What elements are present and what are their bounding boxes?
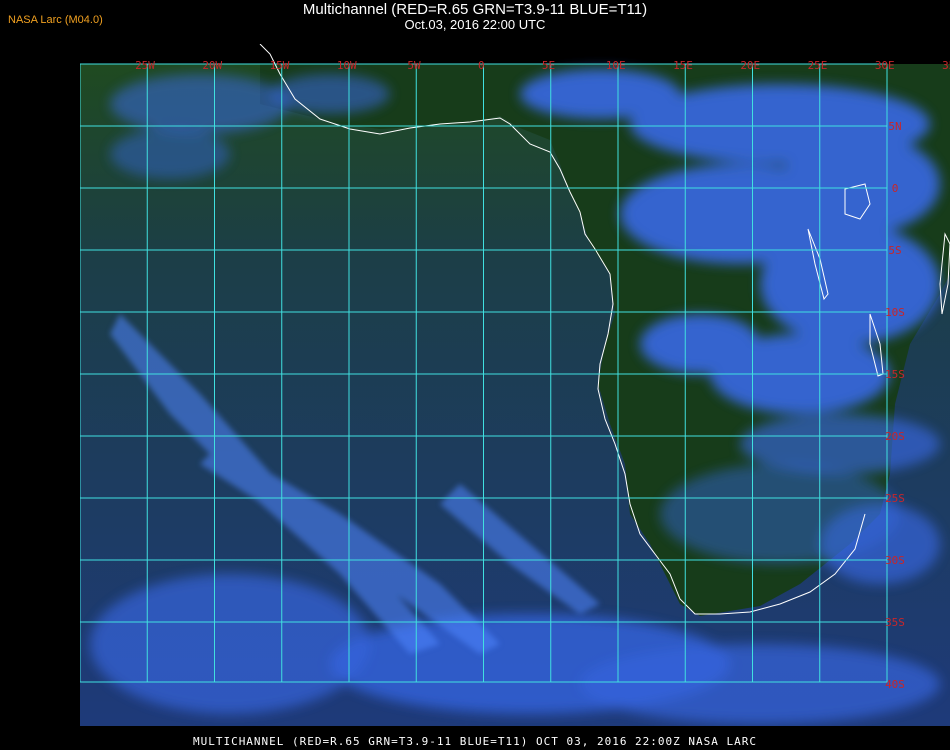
latitude-label: 10S [885,306,905,319]
longitude-label: 10W [337,59,357,72]
longitude-label: 15W [270,59,290,72]
image-title: Multichannel (RED=R.65 GRN=T3.9-11 BLUE=… [302,1,648,18]
latitude-label: 25S [885,492,905,505]
footer-caption: MULTICHANNEL (RED=R.65 GRN=T3.9-11 BLUE=… [192,735,758,748]
latitude-label: 30S [885,554,905,567]
longitude-label: 35E [942,59,950,72]
latitude-label: 40S [885,678,905,691]
longitude-label: 5W [407,59,421,72]
image-timestamp: Oct.03, 2016 22:00 UTC [404,17,546,32]
satellite-image-svg: 25W 20W 15W 10W 5W 0 5E 10E 15E 20E 25E 30E 35E 5N 0 5… [79,43,950,726]
latitude-label: 20S [885,430,905,443]
latitude-label: 15S [885,368,905,381]
latitude-label: 5S [888,244,901,257]
longitude-label: 10E [606,59,626,72]
satellite-map: 25W 20W 15W 10W 5W 0 5E 10E 15E 20E 25E 30E 35E 5N 0 5… [79,43,950,726]
longitude-label: 20E [740,59,760,72]
longitude-label: 15E [673,59,693,72]
longitude-label: 25E [808,59,828,72]
longitude-label: 5E [542,59,555,72]
longitude-label: 0 [478,59,485,72]
longitude-label: 20W [202,59,222,72]
latitude-label: 0 [892,182,899,195]
longitude-label: 25W [135,59,155,72]
latitude-label: 5N [888,120,901,133]
latitude-label: 35S [885,616,905,629]
longitude-label: 30E [875,59,895,72]
